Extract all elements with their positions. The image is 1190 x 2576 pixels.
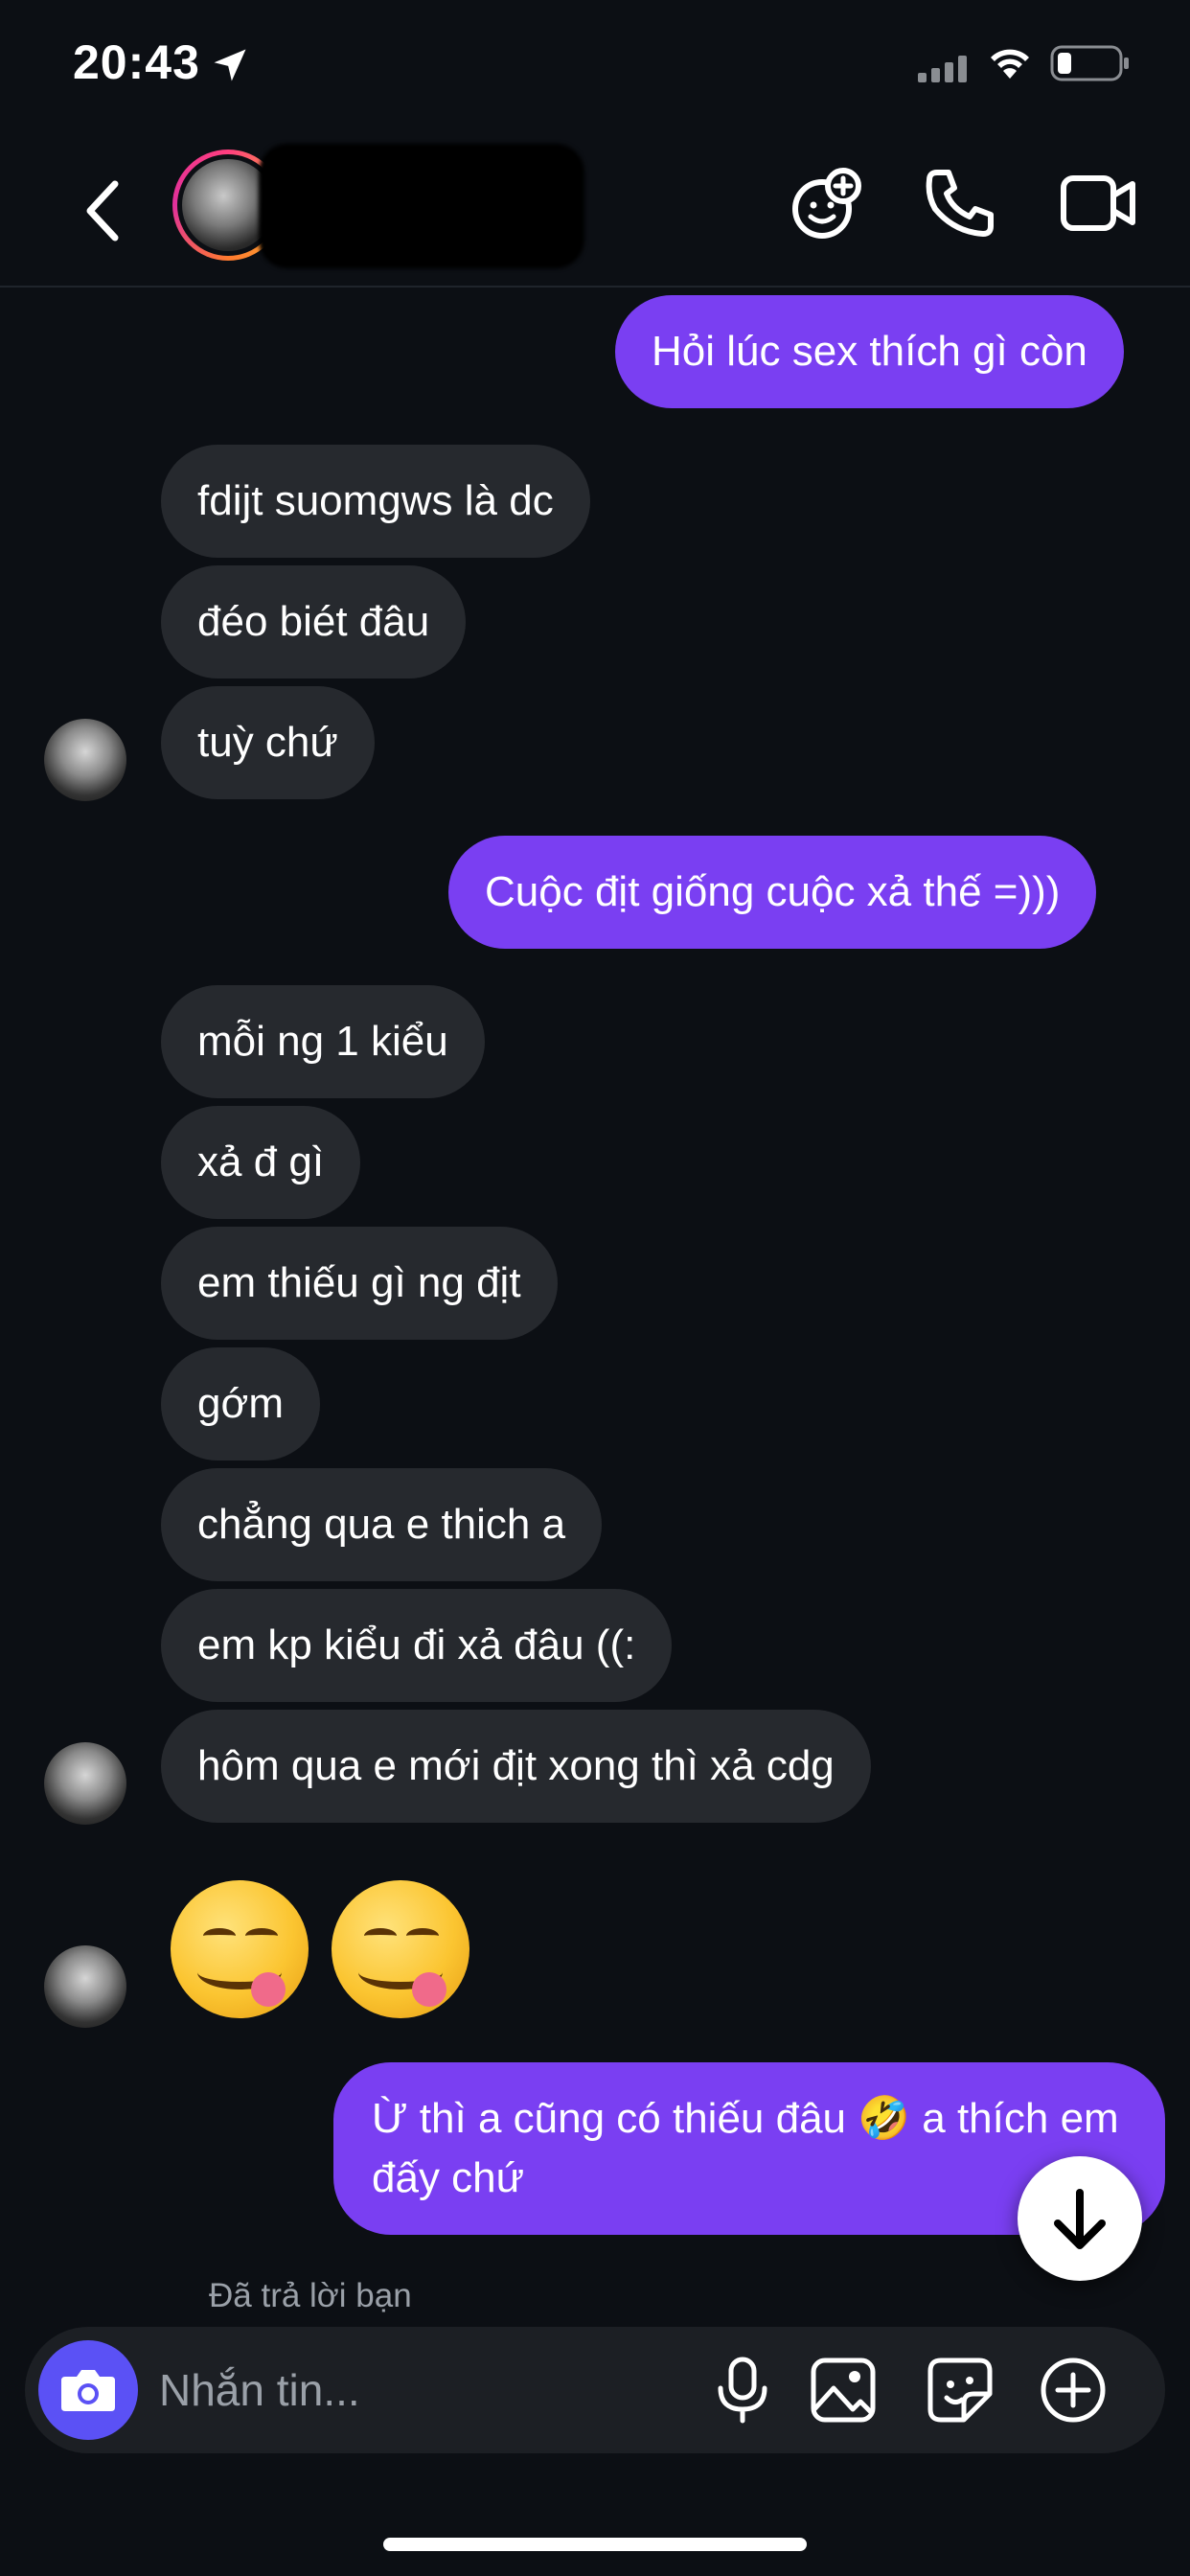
sticker-icon[interactable]: [926, 2356, 995, 2425]
message-composer: [25, 2327, 1165, 2453]
status-bar: 20:43: [0, 0, 1190, 134]
message-incoming[interactable]: em kp kiểu đi xả đâu ((:: [161, 1589, 673, 1702]
message-incoming[interactable]: hôm qua e mới địt xong thì xả cdg: [161, 1710, 871, 1823]
message-incoming[interactable]: xả đ gì: [161, 1106, 361, 1219]
location-arrow-icon: [214, 49, 246, 81]
cellular-signal-icon: [918, 56, 967, 82]
microphone-icon[interactable]: [709, 2356, 776, 2425]
sender-avatar[interactable]: [44, 719, 126, 801]
gallery-icon[interactable]: [809, 2356, 878, 2425]
camera-icon: [61, 2370, 115, 2411]
add-effect-icon[interactable]: [788, 167, 864, 243]
back-chevron-icon[interactable]: [75, 172, 132, 249]
sender-avatar[interactable]: [44, 1742, 126, 1825]
home-indicator: [383, 2538, 807, 2551]
reply-status: Đã trả lời bạn: [209, 2277, 412, 2314]
camera-button[interactable]: [38, 2340, 138, 2440]
message-outgoing[interactable]: Cuộc địt giống cuộc xả thế =))): [448, 836, 1097, 949]
redacted-contact-name[interactable]: [259, 144, 584, 268]
phone-call-icon[interactable]: [924, 167, 996, 240]
message-incoming[interactable]: gớm: [161, 1347, 320, 1460]
message-outgoing[interactable]: Hỏi lúc sex thích gì còn: [615, 295, 1124, 408]
plus-icon[interactable]: [1039, 2356, 1108, 2425]
message-incoming[interactable]: fdijt suomgws là dc: [161, 445, 590, 558]
status-time: 20:43: [73, 35, 200, 89]
wifi-icon: [991, 49, 1029, 79]
video-call-icon[interactable]: [1060, 167, 1138, 240]
battery-icon: [1050, 45, 1129, 81]
sender-avatar[interactable]: [44, 1945, 126, 2028]
message-input[interactable]: [159, 2348, 696, 2432]
message-incoming[interactable]: mỗi ng 1 kiểu: [161, 985, 485, 1098]
savoring-food-emoji[interactable]: [332, 1880, 469, 2018]
chat-header: [0, 134, 1190, 288]
message-incoming[interactable]: tuỳ chứ: [161, 686, 375, 799]
savoring-food-emoji[interactable]: [171, 1880, 309, 2018]
scroll-to-bottom-button[interactable]: [1018, 2156, 1142, 2281]
message-incoming[interactable]: chẳng qua e thich a: [161, 1468, 603, 1581]
message-incoming[interactable]: em thiếu gì ng địt: [161, 1227, 558, 1340]
arrow-down-icon: [1054, 2189, 1106, 2249]
message-incoming[interactable]: đéo biét đâu: [161, 565, 467, 678]
